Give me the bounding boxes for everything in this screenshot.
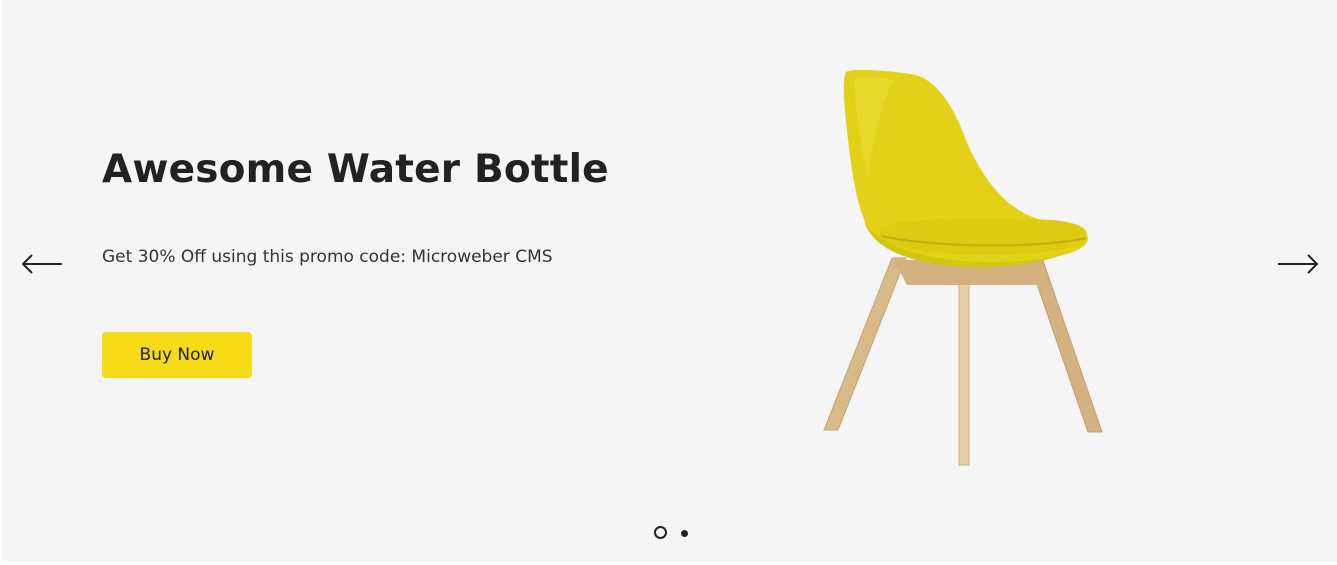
pagination-dot-1[interactable] — [654, 526, 667, 539]
buy-now-button[interactable]: Buy Now — [102, 332, 252, 378]
slide-title: Awesome Water Bottle — [102, 147, 609, 192]
slider-next-button[interactable] — [1276, 246, 1320, 282]
arrow-left-icon — [21, 254, 62, 274]
slider-prev-button[interactable] — [20, 246, 64, 282]
arrow-right-icon — [1278, 254, 1319, 274]
pagination-dot-2[interactable] — [681, 530, 688, 537]
yellow-chair-image — [823, 69, 1103, 466]
hero-slider: Awesome Water Bottle Get 30% Off using t… — [2, 0, 1337, 561]
slider-pagination — [653, 525, 693, 543]
slide-promo-text: Get 30% Off using this promo code: Micro… — [102, 247, 553, 267]
